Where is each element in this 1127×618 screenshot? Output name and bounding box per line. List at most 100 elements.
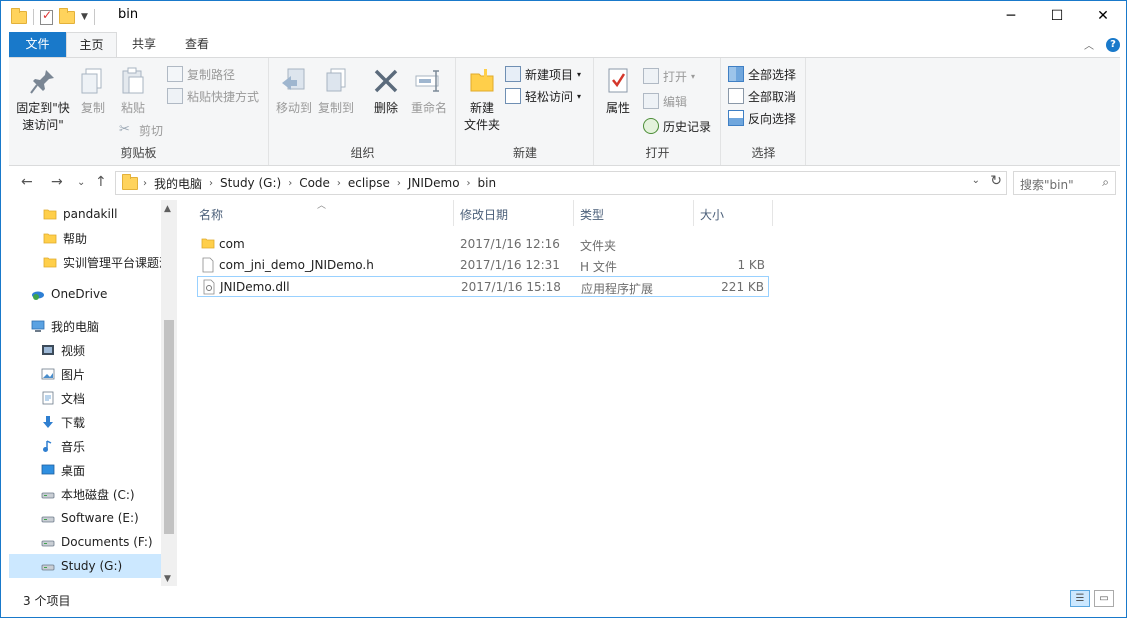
breadcrumb-item[interactable]: Code bbox=[295, 176, 334, 190]
sidebar-item[interactable]: Study (G:) bbox=[9, 554, 161, 578]
column-divider[interactable] bbox=[453, 200, 454, 226]
refresh-icon[interactable]: ↻ bbox=[990, 173, 1002, 189]
select-none-button[interactable]: 全部取消 bbox=[728, 86, 796, 106]
breadcrumb-chevron-icon[interactable]: › bbox=[394, 178, 404, 189]
title-bar: ▼ bin ─ ☐ ✕ bbox=[1, 1, 1126, 32]
sidebar-item[interactable]: 图片 bbox=[9, 362, 161, 386]
sidebar-item[interactable]: 帮助 bbox=[9, 226, 161, 250]
collapse-ribbon-icon[interactable]: ︿ bbox=[1084, 37, 1094, 52]
move-to-button[interactable]: 移动到 bbox=[274, 66, 314, 117]
column-header-name[interactable]: 名称 bbox=[199, 206, 223, 228]
cut-button[interactable]: ✂ 剪切 bbox=[119, 120, 163, 140]
file-row[interactable]: JNIDemo.dll 2017/1/16 15:18 应用程序扩展 221 KB bbox=[197, 276, 769, 297]
column-divider[interactable] bbox=[573, 200, 574, 226]
breadcrumb-chevron-icon[interactable]: › bbox=[334, 178, 344, 189]
breadcrumb-chevron-icon[interactable]: › bbox=[206, 178, 216, 189]
copy-path-label: 复制路径 bbox=[187, 67, 236, 82]
paste-button[interactable]: 粘贴 bbox=[115, 66, 151, 117]
breadcrumb-item[interactable]: bin bbox=[474, 176, 501, 190]
column-divider[interactable] bbox=[772, 200, 773, 226]
up-arrow-icon[interactable]: ↑ bbox=[95, 174, 107, 190]
new-item-button[interactable]: 新建项目 ▾ bbox=[505, 64, 581, 84]
back-arrow-icon[interactable]: ← bbox=[21, 174, 33, 190]
pin-quick-access-button[interactable]: 固定到"快 速访问" bbox=[15, 66, 71, 134]
breadcrumb-item[interactable]: eclipse bbox=[344, 176, 394, 190]
copy-button[interactable]: 复制 bbox=[75, 66, 111, 117]
details-view-icon[interactable]: ☰ bbox=[1070, 590, 1090, 607]
address-dropdown-icon[interactable]: ⌄ bbox=[972, 175, 980, 186]
properties-label: 属性 bbox=[605, 101, 630, 115]
recent-locations-chevron-icon[interactable]: ⌄ bbox=[77, 177, 85, 188]
new-item-dropdown-icon: ▾ bbox=[577, 69, 582, 79]
select-none-icon bbox=[728, 88, 744, 104]
address-bar[interactable]: › 我的电脑 › Study (G:) › Code › eclipse › JNIDemo › bi… bbox=[115, 171, 1007, 195]
invert-selection-button[interactable]: 反向选择 bbox=[728, 108, 796, 128]
tab-home[interactable]: 主页 bbox=[66, 32, 117, 57]
close-button[interactable]: ✕ bbox=[1080, 1, 1126, 31]
sidebar-item[interactable]: 视频 bbox=[9, 338, 161, 362]
sidebar-item[interactable]: 音乐 bbox=[9, 434, 161, 458]
breadcrumb-item[interactable]: Study (G:) bbox=[216, 176, 285, 190]
sidebar-item[interactable]: pandakill bbox=[9, 202, 161, 226]
folder-icon bbox=[43, 207, 57, 221]
sidebar-item[interactable]: 我的电脑 bbox=[9, 314, 161, 338]
maximize-button[interactable]: ☐ bbox=[1034, 1, 1080, 31]
scissors-icon: ✂ bbox=[119, 122, 130, 137]
new-folder-icon bbox=[470, 69, 494, 92]
forward-arrow-icon[interactable]: → bbox=[51, 174, 63, 190]
minimize-button[interactable]: ─ bbox=[988, 1, 1034, 31]
sidebar-item[interactable]: 本地磁盘 (C:) bbox=[9, 482, 161, 506]
breadcrumb-chevron-icon[interactable]: › bbox=[464, 178, 474, 189]
download-icon bbox=[41, 415, 55, 429]
file-row[interactable]: com_jni_demo_JNIDemo.h 2017/1/16 12:31 H 文… bbox=[197, 255, 769, 276]
pin-label-line2: 速访问" bbox=[22, 118, 64, 132]
copy-to-button[interactable]: 复制到 bbox=[316, 66, 356, 117]
help-icon[interactable]: ? bbox=[1106, 37, 1120, 52]
tab-file[interactable]: 文件 bbox=[9, 32, 66, 57]
easy-access-button[interactable]: 轻松访问 ▾ bbox=[505, 86, 581, 106]
open-button[interactable]: 打开 ▾ bbox=[643, 66, 695, 86]
properties-icon[interactable] bbox=[40, 8, 53, 25]
delete-button[interactable]: 删除 bbox=[368, 66, 404, 117]
copy-path-button[interactable]: 复制路径 bbox=[167, 64, 235, 84]
customize-toolbar-chevron-icon[interactable]: ▼ bbox=[81, 12, 88, 22]
easy-access-icon bbox=[505, 88, 521, 104]
breadcrumb-item[interactable]: JNIDemo bbox=[404, 176, 464, 190]
sidebar-item-label: 音乐 bbox=[61, 439, 86, 454]
paste-shortcut-button[interactable]: 粘贴快捷方式 bbox=[167, 86, 259, 106]
properties-button[interactable]: 属性 bbox=[601, 66, 635, 117]
breadcrumb-chevron-icon[interactable]: › bbox=[140, 178, 150, 189]
sidebar-item[interactable]: OneDrive bbox=[9, 282, 161, 306]
column-header-type[interactable]: 类型 bbox=[580, 206, 604, 228]
column-header-size[interactable]: 大小 bbox=[700, 206, 724, 228]
file-date: 2017/1/16 12:16 bbox=[460, 237, 560, 251]
large-icons-view-icon[interactable]: ▭ bbox=[1094, 590, 1114, 607]
edit-button[interactable]: 编辑 bbox=[643, 91, 687, 111]
sidebar-item[interactable]: Software (E:) bbox=[9, 506, 161, 530]
column-header-date[interactable]: 修改日期 bbox=[460, 206, 508, 228]
select-all-button[interactable]: 全部选择 bbox=[728, 64, 796, 84]
nav-scrollbar[interactable]: ▲ ▼ bbox=[161, 200, 177, 586]
sidebar-item[interactable]: 文档 bbox=[9, 386, 161, 410]
breadcrumb-item[interactable]: 我的电脑 bbox=[150, 175, 206, 192]
breadcrumb-chevron-icon[interactable]: › bbox=[285, 178, 295, 189]
sidebar-item[interactable]: Documents (F:) bbox=[9, 530, 161, 554]
scroll-down-icon[interactable]: ▼ bbox=[164, 574, 171, 584]
history-button[interactable]: 历史记录 bbox=[643, 116, 711, 136]
search-icon: ⌕ bbox=[1102, 175, 1109, 189]
search-input[interactable]: 搜索"bin" ⌕ bbox=[1013, 171, 1116, 195]
column-divider[interactable] bbox=[693, 200, 694, 226]
sidebar-item[interactable]: 实训管理平台课题汇 bbox=[9, 250, 161, 274]
tab-share[interactable]: 共享 bbox=[119, 32, 169, 57]
delete-label: 删除 bbox=[373, 101, 398, 115]
sidebar-item[interactable]: 桌面 bbox=[9, 458, 161, 482]
new-folder-icon[interactable] bbox=[59, 7, 75, 24]
tab-view[interactable]: 查看 bbox=[171, 32, 223, 57]
sidebar-item[interactable]: 下载 bbox=[9, 410, 161, 434]
file-row[interactable]: com 2017/1/16 12:16 文件夹 bbox=[197, 234, 769, 255]
new-folder-label-line2: 文件夹 bbox=[463, 118, 500, 132]
scroll-thumb[interactable] bbox=[164, 320, 174, 534]
new-folder-button[interactable]: 新建 文件夹 bbox=[461, 66, 503, 134]
scroll-up-icon[interactable]: ▲ bbox=[164, 204, 171, 214]
rename-button[interactable]: 重命名 bbox=[408, 66, 450, 117]
